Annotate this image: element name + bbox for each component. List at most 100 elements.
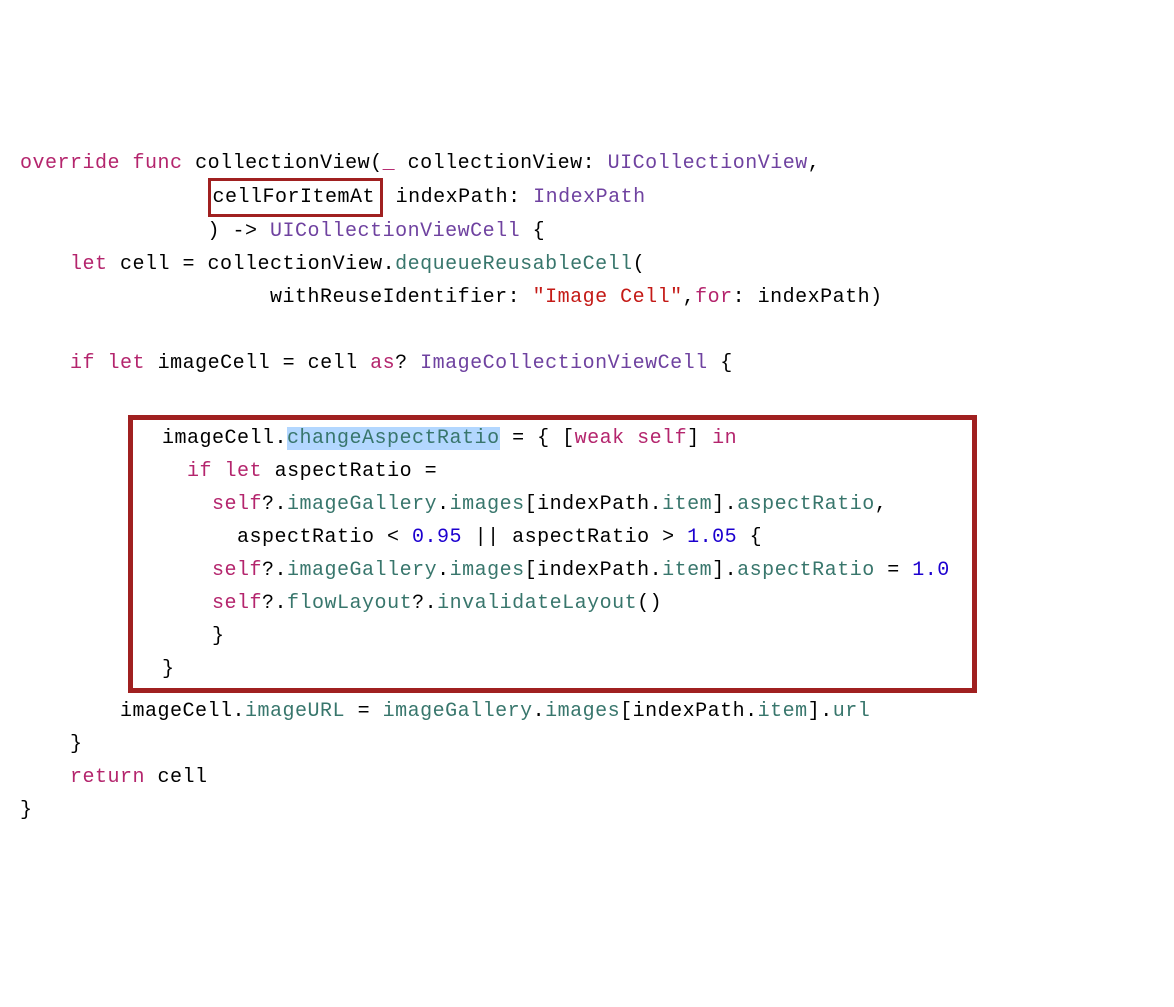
prop-imagegallery-3: imageGallery (383, 700, 533, 723)
prop-images-3: images (545, 700, 620, 723)
prop-flowlayout: flowLayout (287, 592, 412, 615)
closure-open: = { [ (500, 427, 575, 450)
param-label: collectionView: (408, 152, 596, 175)
comma: , (808, 152, 821, 175)
optional-13a: ?. (262, 592, 287, 615)
blank (20, 319, 33, 342)
type-uicollectionviewcell: UICollectionViewCell (270, 220, 520, 243)
pad-15 (175, 658, 913, 681)
code-line-8: imageCell.changeAspectRatio = { [weak se… (137, 422, 962, 455)
parens-13: () (637, 592, 662, 615)
brace-close-19: } (20, 799, 33, 822)
assign-12: = (875, 559, 913, 582)
code-line-3: ) -> UICollectionViewCell { (20, 215, 1154, 248)
prop-aspectratio: aspectRatio (737, 493, 875, 516)
code-line-17: } (20, 728, 1154, 761)
keyword-override: override (20, 152, 120, 175)
type-indexpath: IndexPath (533, 186, 646, 209)
bracket-10: [indexPath. (525, 493, 663, 516)
dot-12a: . (437, 559, 450, 582)
red-highlight-box-2: imageCell.changeAspectRatio = { [weak se… (20, 658, 977, 681)
keyword-return: return (70, 766, 145, 789)
comma-2: , (683, 286, 696, 309)
pad-13 (662, 592, 962, 615)
assign-16: = (345, 700, 383, 723)
imagecell-dot: imageCell. (137, 427, 287, 450)
prop-images-2: images (450, 559, 525, 582)
bracket-close-16: ]. (808, 700, 833, 723)
imagecell-dot-2: imageCell. (120, 700, 245, 723)
keyword-if: if (70, 352, 95, 375)
brace-close-15: } (137, 658, 175, 681)
keyword-self-3: self (212, 559, 262, 582)
brace-close-17: } (70, 733, 83, 756)
highlight-changeaspectratio: changeAspectRatio (287, 427, 500, 450)
red-highlight-box-1: cellForItemAt (208, 178, 384, 217)
keyword-self-2: self (212, 493, 262, 516)
or-op: || aspectRatio > (462, 526, 687, 549)
indent-13 (137, 592, 212, 615)
prop-images: images (450, 493, 525, 516)
code-line-7: if let imageCell = cell as? ImageCollect… (20, 347, 1154, 380)
prop-item-3: item (758, 700, 808, 723)
code-snippet: override func collectionView(_ collectio… (20, 147, 1154, 827)
arrow: ) -> (208, 220, 271, 243)
comma-10: , (875, 493, 888, 516)
indent-10 (137, 493, 212, 516)
keyword-let-2: let (108, 352, 146, 375)
prop-imagegallery: imageGallery (287, 493, 437, 516)
prop-item-2: item (662, 559, 712, 582)
keyword-self-4: self (212, 592, 262, 615)
pad-8 (737, 427, 862, 450)
code-line-12: self?.imageGallery.images[indexPath.item… (137, 554, 962, 587)
keyword-self: self (637, 427, 687, 450)
prop-dequeue: dequeueReusableCell (395, 253, 633, 276)
aspectratio-assign: aspectRatio = (262, 460, 437, 483)
optional-12a: ?. (262, 559, 287, 582)
brace-11: { (737, 526, 762, 549)
prop-url: url (833, 700, 871, 723)
code-line-18: return cell (20, 761, 1154, 794)
dot-10a: . (437, 493, 450, 516)
code-line-10: self?.imageGallery.images[indexPath.item… (137, 488, 962, 521)
underscore: _ (383, 152, 396, 175)
code-block-box: imageCell.changeAspectRatio = { [weak se… (128, 415, 977, 693)
keyword-let-3: let (225, 460, 263, 483)
keyword-let: let (70, 253, 108, 276)
prop-imagegallery-2: imageGallery (287, 559, 437, 582)
code-line-1: override func collectionView(_ collectio… (20, 147, 1154, 180)
keyword-in: in (712, 427, 737, 450)
return-cell: cell (145, 766, 208, 789)
prop-aspectratio-2: aspectRatio (737, 559, 875, 582)
indent-11: aspectRatio < (137, 526, 412, 549)
keyword-func: func (133, 152, 183, 175)
code-line-14: } (137, 620, 962, 653)
number-10: 1.0 (912, 559, 950, 582)
code-line-6 (20, 314, 1154, 347)
imagecell-cast: imageCell = cell (145, 352, 370, 375)
code-line-19: } (20, 794, 1154, 827)
prop-item: item (662, 493, 712, 516)
indexpath-arg: : indexPath) (733, 286, 883, 309)
bracket-close: ] (687, 427, 712, 450)
optional-mark: ? (395, 352, 420, 375)
optional-13b: ?. (412, 592, 437, 615)
pad-11 (762, 526, 900, 549)
cellforitemat: cellForItemAt (213, 186, 376, 209)
type-imagecollectionviewcell: ImageCollectionViewCell (420, 352, 708, 375)
pad-14 (225, 625, 913, 648)
bracket-close-10: ]. (712, 493, 737, 516)
optional-10a: ?. (262, 493, 287, 516)
space (625, 427, 638, 450)
code-line-11: aspectRatio < 0.95 || aspectRatio > 1.05… (137, 521, 962, 554)
prop-invalidatelayout: invalidateLayout (437, 592, 637, 615)
func-name: collectionView( (195, 152, 383, 175)
bracket-close-12: ]. (712, 559, 737, 582)
code-line-16: imageCell.imageURL = imageGallery.images… (20, 695, 1154, 728)
code-line-2: cellForItemAt indexPath: IndexPath (20, 180, 1154, 215)
number-105: 1.05 (687, 526, 737, 549)
keyword-for: for (695, 286, 733, 309)
dot-16a: . (533, 700, 546, 723)
keyword-as: as (370, 352, 395, 375)
brace-open-2: { (708, 352, 733, 375)
